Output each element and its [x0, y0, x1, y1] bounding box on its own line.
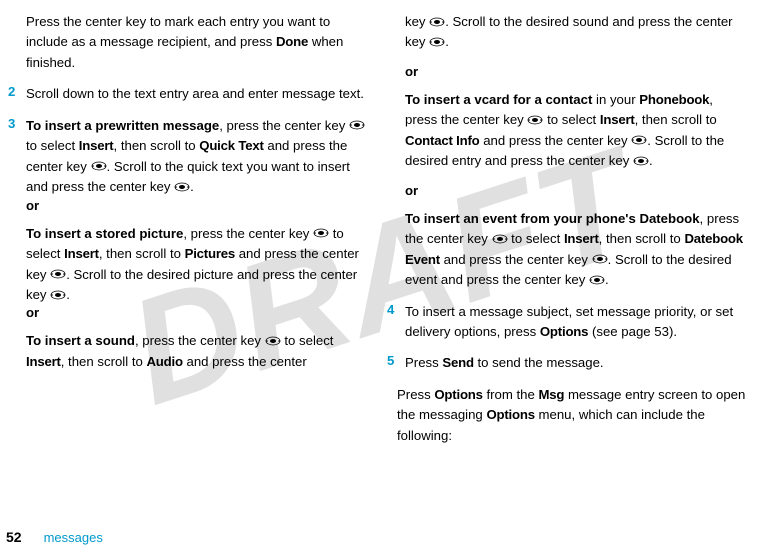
center-key-icon [429, 37, 445, 47]
or-separator: or [405, 64, 748, 79]
or-separator: or [405, 183, 748, 198]
center-key-icon [265, 336, 281, 346]
step-number: 5 [387, 353, 405, 373]
center-key-icon [349, 120, 365, 130]
page-footer: 52 messages [0, 529, 103, 545]
step-5: 5 Press Send to send the message. [397, 353, 748, 373]
center-key-icon [589, 275, 605, 285]
center-key-icon [50, 290, 66, 300]
step-3: 3 To insert a prewritten message, press … [18, 116, 369, 373]
step-3-picture: To insert a stored picture, press the ce… [26, 224, 369, 306]
right-column: key . Scroll to the desired sound and pr… [397, 12, 748, 515]
step-number: 4 [387, 302, 405, 343]
step-number: 2 [8, 84, 26, 104]
step-3-datebook: To insert an event from your phone's Dat… [405, 209, 748, 291]
step-4: 4 To insert a message subject, set messa… [397, 302, 748, 343]
section-label: messages [44, 530, 103, 545]
para-continuation: Press the center key to mark each entry … [26, 12, 369, 73]
center-key-icon [174, 182, 190, 192]
center-key-icon [631, 135, 647, 145]
page-content: Press the center key to mark each entry … [0, 0, 766, 553]
step-2-text: Scroll down to the text entry area and e… [26, 84, 364, 104]
step-2: 2 Scroll down to the text entry area and… [18, 84, 369, 104]
center-key-icon [429, 17, 445, 27]
step-3-sound-cont: key . Scroll to the desired sound and pr… [405, 12, 748, 53]
center-key-icon [313, 228, 329, 238]
center-key-icon [527, 115, 543, 125]
center-key-icon [633, 156, 649, 166]
page-number: 52 [6, 529, 22, 545]
center-key-icon [592, 254, 608, 264]
step-4-text: To insert a message subject, set message… [405, 302, 748, 343]
center-key-icon [50, 269, 66, 279]
center-key-icon [91, 161, 107, 171]
step-number: 3 [8, 116, 26, 373]
or-separator: or [26, 198, 369, 213]
step-3-sound: To insert a sound, press the center key … [26, 331, 369, 372]
left-column: Press the center key to mark each entry … [18, 12, 369, 515]
or-separator: or [26, 305, 369, 320]
step-3-vcard: To insert a vcard for a contact in your … [405, 90, 748, 172]
options-menu-intro: Press Options from the Msg message entry… [397, 385, 748, 446]
step-5-text: Press Send to send the message. [405, 353, 604, 373]
center-key-icon [492, 234, 508, 244]
step-3-prewritten: To insert a prewritten message, press th… [26, 116, 369, 198]
